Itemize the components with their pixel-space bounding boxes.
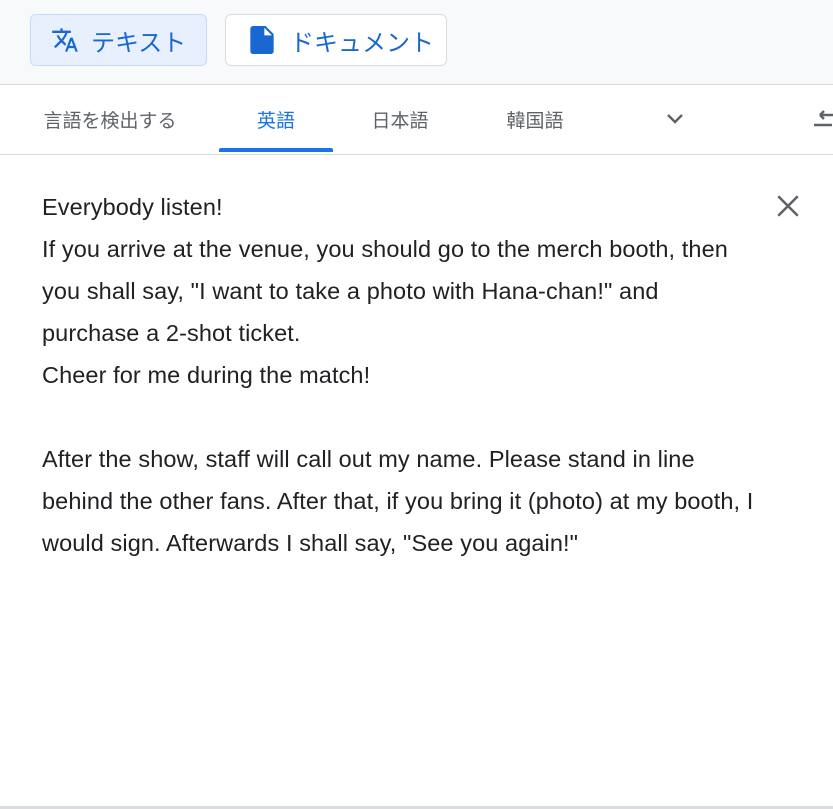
more-languages-button[interactable]: [655, 105, 695, 135]
active-tab-indicator: [219, 148, 333, 152]
tab-korean[interactable]: 韓国語: [485, 85, 585, 154]
translate-icon: [51, 26, 79, 54]
tab-label: 韓国語: [506, 110, 564, 132]
source-text[interactable]: Everybody listen! If you arrive at the v…: [42, 186, 762, 564]
document-icon: [248, 26, 276, 54]
swap-languages-button[interactable]: [812, 107, 833, 133]
text-mode-button[interactable]: テキスト: [30, 14, 207, 66]
tab-label: 日本語: [371, 110, 429, 132]
document-mode-label: ドキュメント: [290, 28, 434, 57]
language-bar: 言語を検出する 英語 日本語 韓国語: [0, 85, 833, 155]
tab-japanese[interactable]: 日本語: [350, 85, 450, 154]
tab-label: 言語を検出する: [43, 110, 177, 132]
tab-english[interactable]: 英語: [219, 85, 333, 154]
document-mode-button[interactable]: ドキュメント: [225, 14, 447, 66]
swap-icon: [812, 110, 833, 137]
mode-toolbar: テキスト ドキュメント: [0, 0, 833, 85]
close-icon: [775, 193, 801, 223]
tab-detect-language[interactable]: 言語を検出する: [20, 85, 200, 154]
chevron-down-icon: [663, 106, 687, 134]
clear-text-button[interactable]: [770, 190, 806, 226]
text-mode-label: テキスト: [91, 28, 187, 57]
tab-label: 英語: [256, 110, 295, 132]
